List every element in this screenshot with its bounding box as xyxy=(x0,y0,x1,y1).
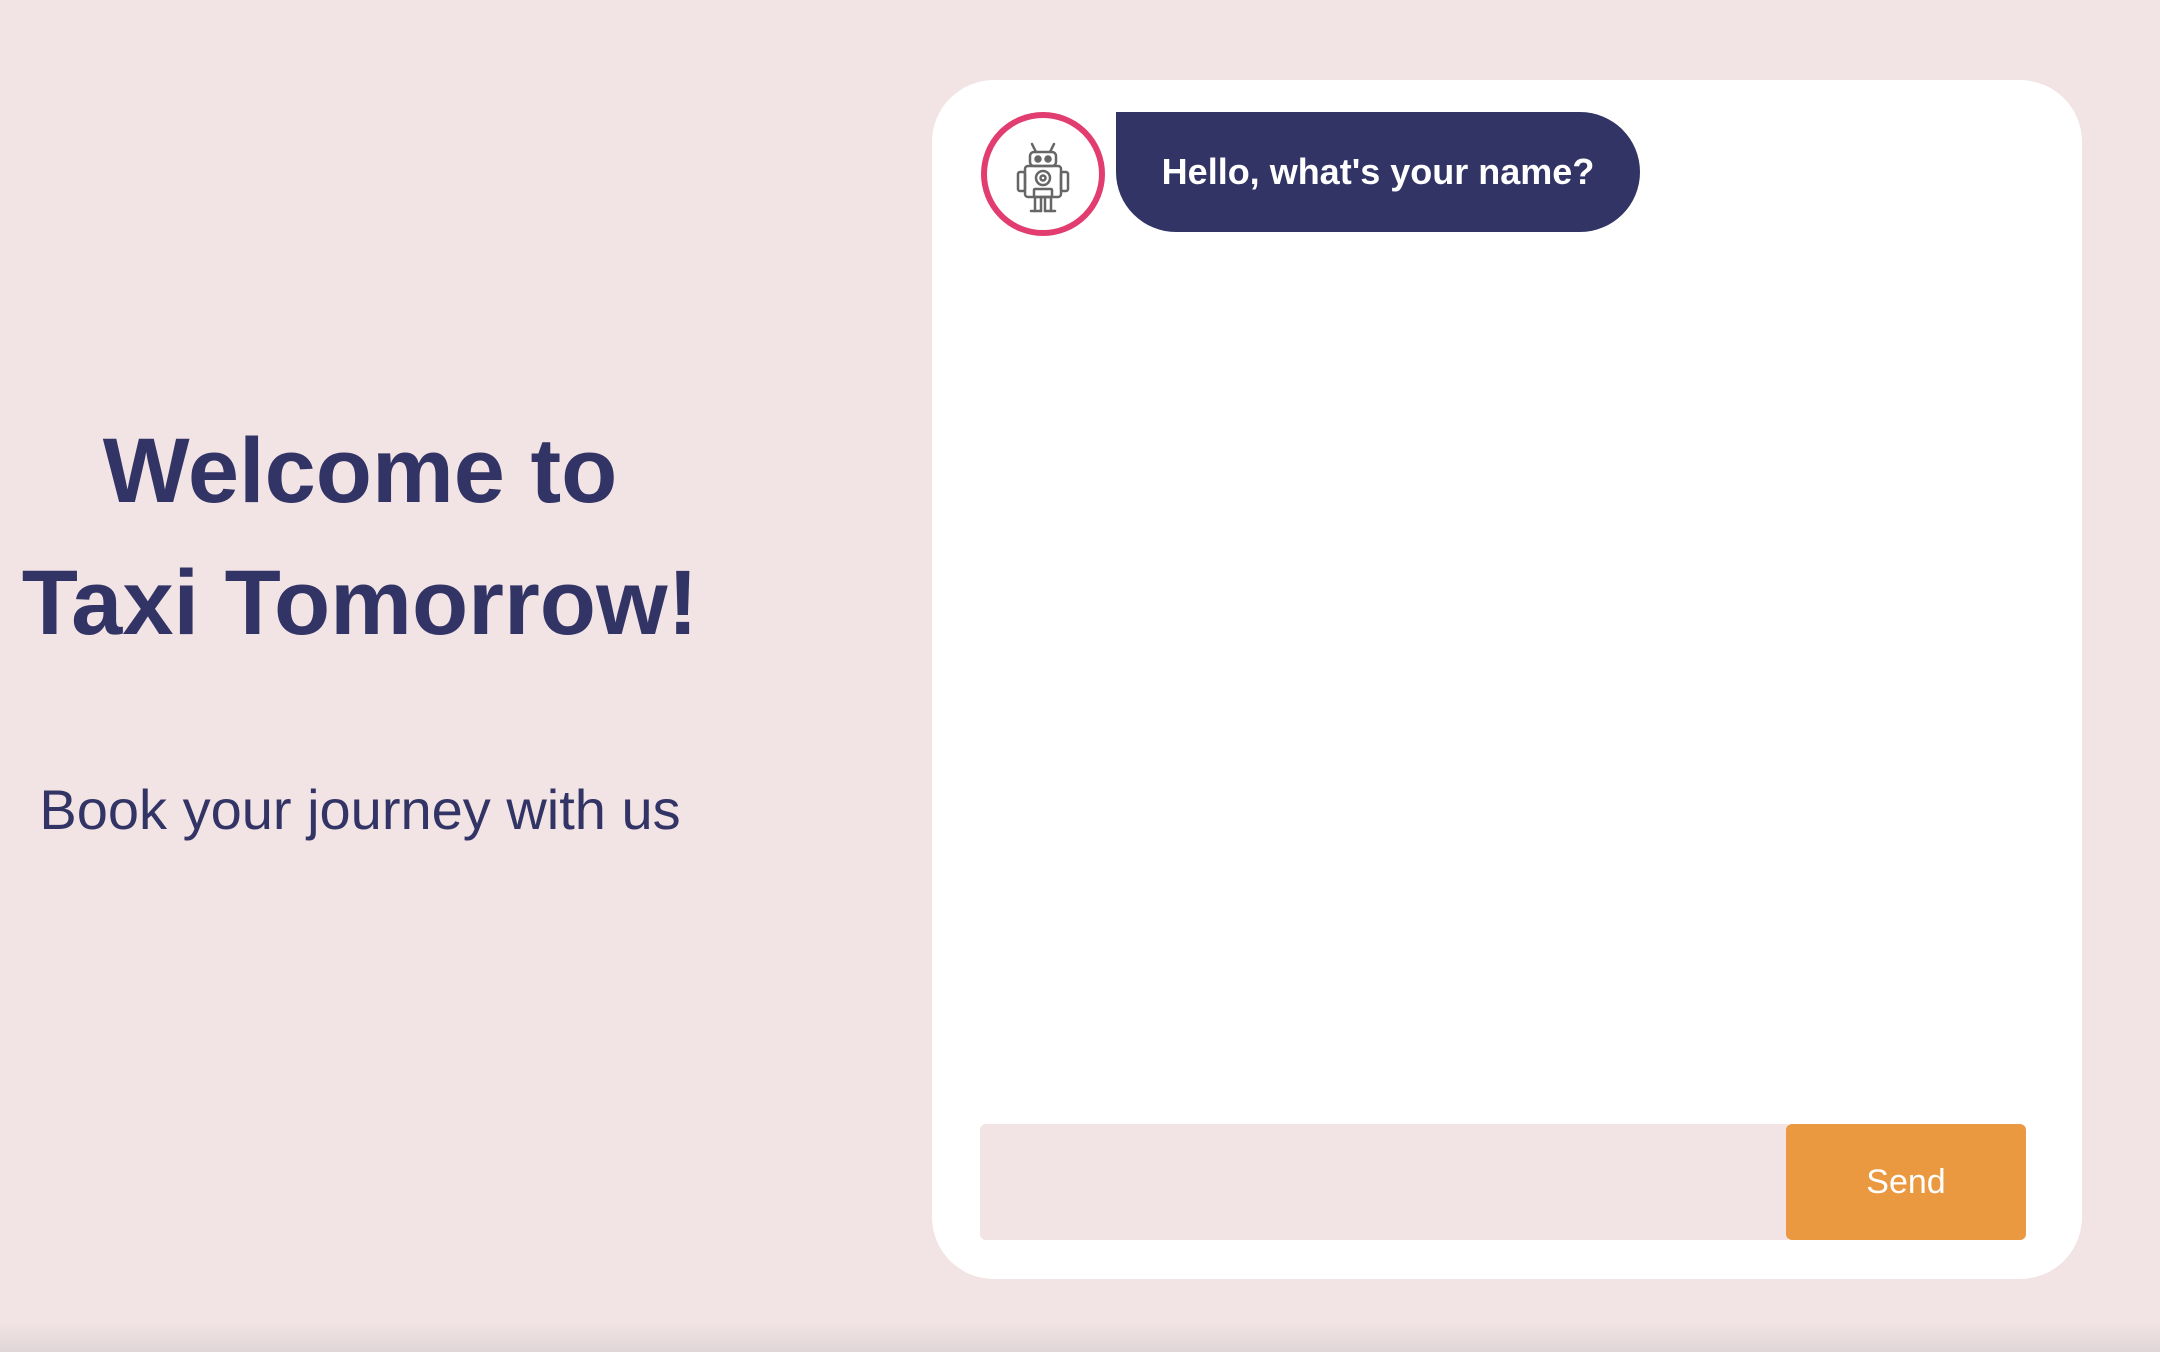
bot-message-text: Hello, what's your name? xyxy=(1161,151,1595,192)
welcome-title-line-1: Welcome to xyxy=(102,420,618,522)
message-composer: Send xyxy=(980,1124,2026,1240)
welcome-panel: Welcome to Taxi Tomorrow! Book your jour… xyxy=(0,0,720,1352)
chat-window: Hello, what's your name? Send xyxy=(932,80,2082,1279)
welcome-title-line-2: Taxi Tomorrow! xyxy=(21,552,699,654)
welcome-subtitle: Book your journey with us xyxy=(39,778,681,841)
send-button[interactable]: Send xyxy=(1786,1124,2026,1240)
window-bottom-shadow xyxy=(0,1322,2160,1352)
message-input[interactable] xyxy=(980,1124,1788,1240)
robot-icon xyxy=(1016,142,1070,213)
welcome-title: Welcome to Taxi Tomorrow! xyxy=(0,405,720,669)
bot-avatar xyxy=(981,112,1105,236)
bot-message-bubble: Hello, what's your name? xyxy=(1116,112,1640,232)
